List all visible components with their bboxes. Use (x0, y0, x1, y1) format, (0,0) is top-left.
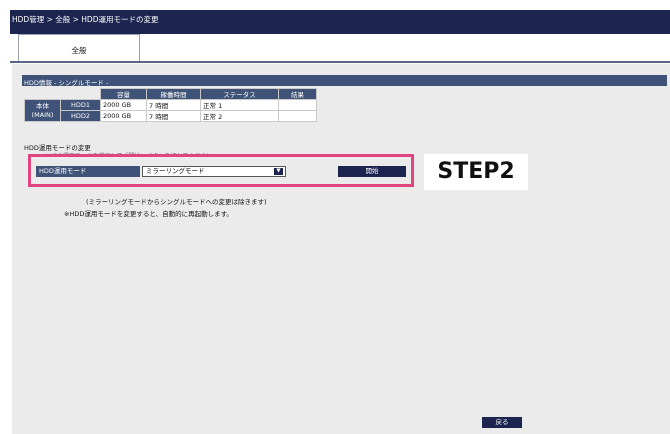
result-cell (278, 110, 317, 122)
hdd-info-section-bar (22, 75, 667, 86)
uptime-cell: 7 時間 (146, 110, 201, 122)
chevron-down-icon[interactable]: ▼ (274, 168, 283, 175)
column-header-status: ステータス (200, 88, 279, 100)
tab-general[interactable]: 全般 (18, 34, 140, 61)
device-label: HDD2 (60, 110, 101, 122)
unit-label-name: 本体 (36, 101, 49, 110)
mode-change-note: (ミラーリングモードからシングルモードへの変更は除きます) (86, 198, 267, 206)
hdd-mode-label: HDD運用モード (36, 166, 140, 177)
start-button[interactable]: 開始 (338, 166, 406, 177)
table-row: 本体 (MAIN) HDD1 2000 GB 7 時間 正常 1 (24, 99, 317, 122)
device-label: HDD1 (60, 99, 101, 111)
unit-label-sub: (MAIN) (31, 110, 54, 119)
breadcrumb: HDD管理 > 全般 > HDD運用モードの変更 (12, 15, 159, 24)
column-header-capacity: 容量 (100, 88, 147, 100)
column-header-result: 結果 (278, 88, 317, 100)
uptime-cell: 7 時間 (146, 99, 201, 111)
column-header-uptime: 稼働時間 (146, 88, 201, 100)
status-cell: 正常 2 (200, 110, 279, 122)
status-cell: 正常 1 (200, 99, 279, 111)
unit-label: 本体 (MAIN) (24, 99, 61, 122)
hdd-mode-select[interactable]: ミラーリングモード ▼ (142, 166, 286, 177)
step-callout: STEP2 (424, 154, 528, 190)
result-cell (278, 99, 317, 111)
table-row: HDD2 2000 GB 7 時間 正常 2 (25, 110, 317, 122)
hdd-info-table: 容量 稼働時間 ステータス 結果 本体 (MAIN) HDD1 2000 GB … (24, 88, 317, 122)
capacity-cell: 2000 GB (100, 110, 147, 122)
hdd-info-section-title: HDD情報 - シングルモード - (24, 79, 109, 87)
capacity-cell: 2000 GB (100, 99, 147, 111)
hdd-mode-selected-value: ミラーリングモード (146, 167, 205, 175)
back-button[interactable]: 戻る (482, 417, 522, 428)
tab-general-label: 全般 (71, 46, 87, 55)
reboot-warning: ※HDD運用モードを変更すると、自動的に再起動します。 (64, 210, 233, 218)
tab-divider (10, 61, 670, 63)
